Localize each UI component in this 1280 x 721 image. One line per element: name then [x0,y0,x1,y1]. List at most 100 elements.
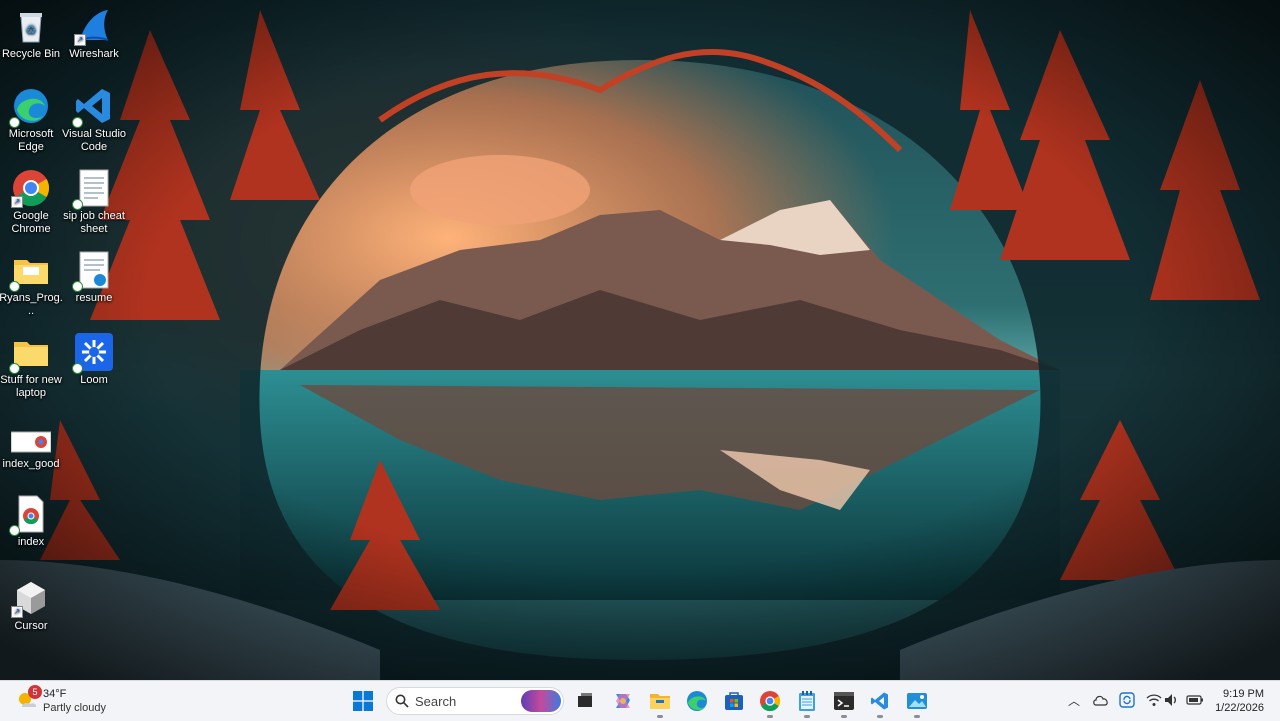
desktop-icon-vscode[interactable]: Visual Studio Code [62,86,126,154]
desktop-icon-wireshark[interactable]: ↗ Wireshark [62,6,126,61]
search-highlight-icon [521,690,561,712]
document-icon [72,168,114,210]
taskbar-clock[interactable]: 9:19 PM 1/22/2026 [1200,681,1280,721]
cursor-app-icon: ↗ [11,578,51,618]
desktop-icon-index[interactable]: index [0,494,63,549]
svg-text:♻: ♻ [26,23,37,37]
task-view-icon [578,693,592,707]
store-icon [725,692,743,710]
vscode-icon [72,86,114,128]
running-indicator [657,715,663,718]
shortcut-arrow-icon: ↗ [74,34,86,46]
taskbar: 5 34°F Partly cloudy Search ︿ 9:19 PM 1/… [0,680,1280,721]
tray-onedrive[interactable] [1092,691,1110,709]
chevron-up-icon: ︿ [1067,693,1080,708]
desktop-icon-loom[interactable]: Loom [62,332,126,387]
search-icon [395,694,409,708]
sync-status-icon [72,281,83,292]
sync-status-icon [72,199,83,210]
folder-icon [9,250,51,292]
photos-button[interactable] [901,685,933,718]
sync-status-icon [72,117,83,128]
vscode-icon [871,692,888,710]
recycle-bin-icon: ♻ [11,6,51,46]
wifi-icon [1146,694,1162,706]
desktop-icon-label: index_good [2,458,60,470]
desktop-icon-label: resume [75,292,113,304]
task-view-button[interactable] [569,685,601,717]
desktop-icon-label: Loom [80,374,108,386]
refresh-icon [1119,692,1135,708]
vscode-button[interactable] [864,685,896,718]
notepad-icon [799,691,815,711]
loom-icon [72,332,114,374]
desktop-icon-ryans-prog[interactable]: Ryans_Prog... [0,250,63,318]
desktop-icon-label: Visual Studio Code [62,128,127,153]
sync-status-icon [9,525,20,536]
file-explorer-icon [650,694,670,709]
chrome-button[interactable] [754,685,786,718]
notepad-button[interactable] [791,685,823,718]
clock-time: 9:19 PM [1223,688,1264,700]
desktop-icon-label: Cursor [14,620,48,632]
tray-volume[interactable] [1163,691,1181,709]
desktop-icon-microsoft-edge[interactable]: Microsoft Edge [0,86,63,154]
weather-description: Partly cloudy [43,702,106,714]
desktop-icon-recycle-bin[interactable]: ♻ Recycle Bin [0,6,63,61]
desktop-icon-label: Microsoft Edge [8,128,54,153]
file-explorer-button[interactable] [644,685,676,718]
copilot-button[interactable] [607,685,639,717]
search-label: Search [415,694,457,709]
show-hidden-icons-button[interactable]: ︿ [1065,691,1083,709]
weather-temperature: 34°F [43,688,67,700]
running-indicator [877,715,883,718]
clock-date: 1/22/2026 [1215,702,1264,714]
desktop-wallpaper [0,0,1280,680]
desktop-icon-cursor[interactable]: ↗ Cursor [0,578,63,633]
running-indicator [841,715,847,718]
terminal-icon [834,692,854,710]
terminal-button[interactable] [828,685,860,718]
desktop-icon-label: Recycle Bin [1,48,61,60]
chrome-icon: ↗ [11,168,51,208]
cloud-icon [1093,695,1108,706]
edge-document-icon [72,250,114,292]
sync-status-icon [9,117,20,128]
sync-status-icon [72,363,83,374]
desktop-icon-sip-job-cheat-sheet[interactable]: sip job cheat sheet [62,168,126,236]
desktop-icon-label: sip job cheat sheet [63,210,125,235]
tray-sync[interactable] [1118,691,1136,709]
start-button[interactable] [347,685,379,717]
shortcut-arrow-icon: ↗ [11,196,23,208]
desktop-icon-resume[interactable]: resume [62,250,126,305]
desktop-icon-index-good[interactable]: index_good [0,428,63,471]
desktop-icon-label: Wireshark [69,48,119,60]
weather-widget[interactable]: 5 34°F Partly cloudy [10,681,110,721]
sync-status-icon [9,363,20,374]
desktop-icon-label: index [17,536,45,548]
wireshark-icon: ↗ [74,6,114,46]
photos-icon [907,693,927,709]
running-indicator [804,715,810,718]
desktop-icon-label: Stuff for new laptop [0,374,62,399]
volume-icon [1165,694,1176,706]
weather-sun-icon: 5 [16,685,42,711]
desktop-icon-label: Ryans_Prog... [0,292,63,317]
taskbar-search-box[interactable]: Search [386,687,564,715]
start-icon [353,691,373,711]
running-indicator [767,715,773,718]
chrome-html-icon [10,428,52,456]
edge-icon [9,86,51,128]
tray-network[interactable] [1145,691,1163,709]
desktop-icon-stuff-for-new-laptop[interactable]: Stuff for new laptop [0,332,63,400]
shortcut-arrow-icon: ↗ [11,606,23,618]
desktop-icon-label: Google Chrome [11,210,51,235]
edge-button[interactable] [681,685,713,717]
desktop-icon-google-chrome[interactable]: ↗ Google Chrome [0,168,63,236]
edge-icon [687,691,707,711]
running-indicator [914,715,920,718]
chrome-icon [760,691,781,712]
microsoft-store-button[interactable] [718,685,750,717]
chrome-html-icon [9,494,51,536]
sync-status-icon [9,281,20,292]
